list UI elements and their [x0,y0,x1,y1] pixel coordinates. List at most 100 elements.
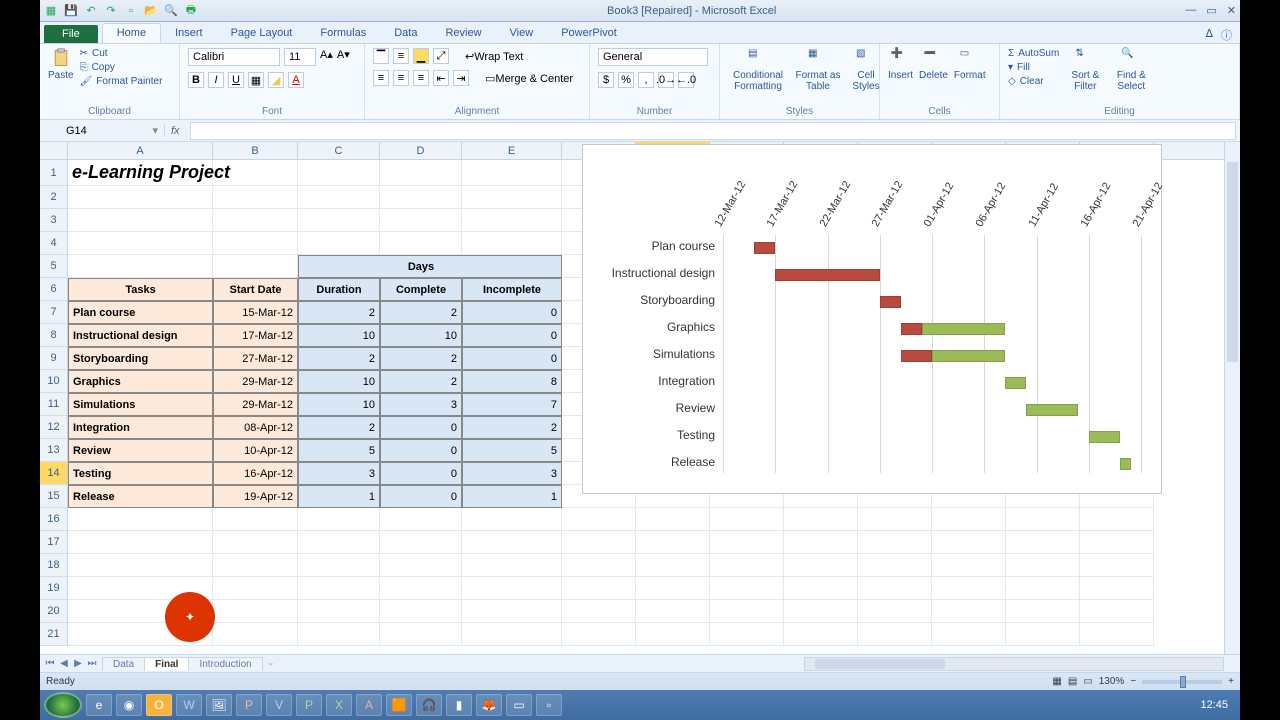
row-header-17[interactable]: 17 [40,531,68,554]
sheet-nav-next[interactable]: ▶ [72,658,84,669]
cell-C6[interactable]: Duration [298,278,380,301]
accounting-button[interactable]: $ [598,72,614,88]
cell-C19[interactable] [298,577,380,600]
cell-A18[interactable] [68,554,213,577]
cell-B1[interactable] [213,160,298,186]
increase-font-icon[interactable]: A▴ [320,48,333,66]
cell-C20[interactable] [298,600,380,623]
cell-C13[interactable]: 5 [298,439,380,462]
taskbar-app3[interactable]: ▮ [446,694,472,716]
column-header-D[interactable]: D [380,142,462,159]
cell-I21[interactable] [784,623,858,646]
taskbar-powerpoint[interactable]: P [236,694,262,716]
align-top-button[interactable]: ▔ [373,48,389,64]
cell-K20[interactable] [932,600,1006,623]
cell-I18[interactable] [784,554,858,577]
cell-C8[interactable]: 10 [298,324,380,347]
save-icon[interactable]: 💾 [64,4,78,18]
zoom-value[interactable]: 130% [1099,676,1125,687]
cell-A13[interactable]: Review [68,439,213,462]
cell-M16[interactable] [1080,508,1154,531]
cell-A14[interactable]: Testing [68,462,213,485]
cell-H21[interactable] [710,623,784,646]
taskbar-access[interactable]: A [356,694,382,716]
sort-filter-button[interactable]: ⇅Sort & Filter [1065,48,1105,92]
cell-F20[interactable] [562,600,636,623]
cell-B9[interactable]: 27-Mar-12 [213,347,298,370]
cell-D6[interactable]: Complete [380,278,462,301]
sheet-tab-final[interactable]: Final [144,657,189,671]
cell-A6[interactable]: Tasks [68,278,213,301]
clear-button[interactable]: ◇Clear [1008,76,1059,87]
cell-A5[interactable] [68,255,213,278]
taskbar-chrome[interactable]: ◉ [116,694,142,716]
name-box[interactable]: G14▾ [40,124,165,137]
cell-D17[interactable] [380,531,462,554]
row-header-21[interactable]: 21 [40,623,68,646]
cell-I19[interactable] [784,577,858,600]
cell-L18[interactable] [1006,554,1080,577]
row-header-16[interactable]: 16 [40,508,68,531]
cell-D14[interactable]: 0 [380,462,462,485]
align-center-button[interactable]: ≡ [393,70,409,86]
cell-K17[interactable] [932,531,1006,554]
underline-button[interactable]: U [228,72,244,88]
cell-C1[interactable] [298,160,380,186]
align-left-button[interactable]: ≡ [373,70,389,86]
cell-K19[interactable] [932,577,1006,600]
cell-C21[interactable] [298,623,380,646]
row-header-15[interactable]: 15 [40,485,68,508]
row-header-2[interactable]: 2 [40,186,68,209]
cell-D15[interactable]: 0 [380,485,462,508]
cell-D5[interactable]: Days [380,255,462,278]
cell-D8[interactable]: 10 [380,324,462,347]
cell-A8[interactable]: Instructional design [68,324,213,347]
cell-B5[interactable] [213,255,298,278]
cell-D9[interactable]: 2 [380,347,462,370]
view-break-button[interactable]: ▭ [1083,676,1092,687]
zoom-out-button[interactable]: − [1130,676,1136,687]
gantt-chart[interactable]: 12-Mar-1217-Mar-1222-Mar-1227-Mar-1201-A… [582,144,1162,494]
cell-A3[interactable] [68,209,213,232]
cell-G18[interactable] [636,554,710,577]
start-button[interactable] [44,692,82,718]
fill-color-button[interactable]: ◢ [268,72,284,88]
cell-E21[interactable] [462,623,562,646]
cell-B16[interactable] [213,508,298,531]
tab-powerpivot[interactable]: PowerPivot [547,24,631,43]
increase-decimal-button[interactable]: .0→ [658,72,674,88]
cell-D11[interactable]: 3 [380,393,462,416]
cell-L20[interactable] [1006,600,1080,623]
cell-D1[interactable] [380,160,462,186]
row-header-20[interactable]: 20 [40,600,68,623]
cell-G20[interactable] [636,600,710,623]
cell-E5[interactable] [462,255,562,278]
cell-L19[interactable] [1006,577,1080,600]
column-header-B[interactable]: B [213,142,298,159]
taskbar-clock[interactable]: 12:45 [1192,699,1236,711]
row-header-1[interactable]: 1 [40,160,68,186]
cell-D3[interactable] [380,209,462,232]
taskbar-app6[interactable]: ▫ [536,694,562,716]
taskbar-pictures[interactable]: 🖼 [206,694,232,716]
sheet-nav-prev[interactable]: ◀ [58,658,70,669]
cell-E14[interactable]: 3 [462,462,562,485]
cell-C12[interactable]: 2 [298,416,380,439]
cell-C2[interactable] [298,186,380,209]
paste-button[interactable]: Paste [48,48,74,81]
ribbon-minimize-icon[interactable]: ᐃ [1205,27,1213,43]
cell-M20[interactable] [1080,600,1154,623]
row-header-11[interactable]: 11 [40,393,68,416]
font-name-select[interactable]: Calibri [188,48,280,66]
cell-I17[interactable] [784,531,858,554]
minimize-button[interactable]: — [1185,4,1196,17]
cell-C15[interactable]: 1 [298,485,380,508]
cell-B10[interactable]: 29-Mar-12 [213,370,298,393]
cell-C11[interactable]: 10 [298,393,380,416]
cell-B14[interactable]: 16-Apr-12 [213,462,298,485]
cell-D7[interactable]: 2 [380,301,462,324]
cell-J20[interactable] [858,600,932,623]
tab-formulas[interactable]: Formulas [306,24,380,43]
cell-D13[interactable]: 0 [380,439,462,462]
cell-J21[interactable] [858,623,932,646]
